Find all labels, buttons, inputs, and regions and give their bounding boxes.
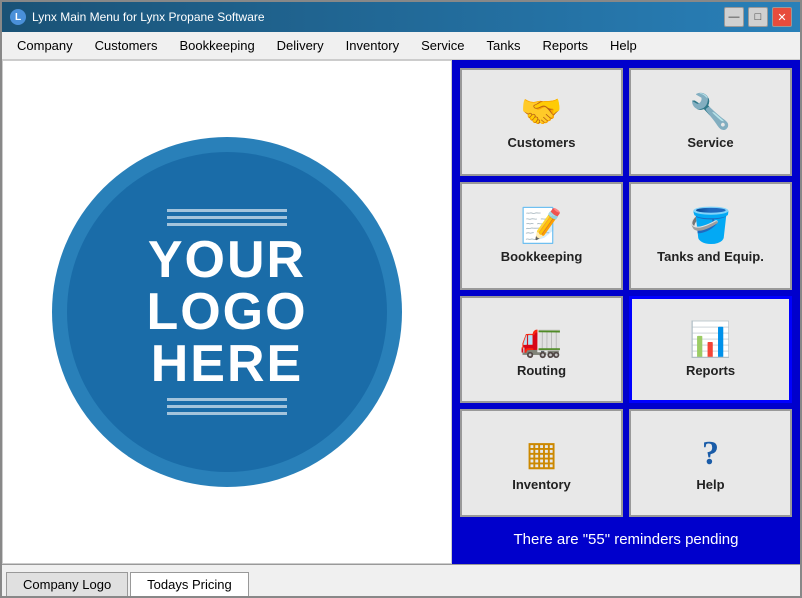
service-label: Service <box>687 135 733 150</box>
logo-circle-inner: YOUR LOGO HERE <box>67 152 387 472</box>
app-icon: L <box>10 9 26 25</box>
logo-line-2 <box>167 216 287 219</box>
menubar-item-reports[interactable]: Reports <box>531 33 599 58</box>
routing-icon <box>520 321 562 357</box>
logo-text-line1: YOUR <box>148 234 306 286</box>
tanks-icon <box>689 207 731 243</box>
logo-lines-top <box>167 209 287 226</box>
inventory-label: Inventory <box>512 477 571 492</box>
grid-btn-service[interactable]: Service <box>629 68 792 176</box>
grid-btn-inventory[interactable]: Inventory <box>460 409 623 517</box>
menubar-item-service[interactable]: Service <box>410 33 475 58</box>
reports-icon <box>689 321 731 357</box>
menubar: CompanyCustomersBookkeepingDeliveryInven… <box>2 32 800 60</box>
titlebar-left: L Lynx Main Menu for Lynx Propane Softwa… <box>10 9 265 25</box>
service-icon <box>689 93 731 129</box>
menubar-item-help[interactable]: Help <box>599 33 648 58</box>
help-label: Help <box>696 477 724 492</box>
logo-panel: YOUR LOGO HERE <box>2 60 452 564</box>
close-button[interactable]: ✕ <box>772 7 792 27</box>
window-title: Lynx Main Menu for Lynx Propane Software <box>32 10 265 24</box>
grid-btn-help[interactable]: Help <box>629 409 792 517</box>
grid-btn-reports[interactable]: Reports <box>629 296 792 404</box>
main-content: YOUR LOGO HERE Customers Service Bookkeepi… <box>2 60 800 564</box>
grid-buttons: Customers Service Bookkeeping Tanks and Equ… <box>460 68 792 517</box>
logo-line-5 <box>167 405 287 408</box>
customers-icon <box>520 93 562 129</box>
minimize-button[interactable]: — <box>724 7 744 27</box>
routing-label: Routing <box>517 363 566 378</box>
titlebar: L Lynx Main Menu for Lynx Propane Softwa… <box>2 2 800 32</box>
grid-btn-bookkeeping[interactable]: Bookkeeping <box>460 182 623 290</box>
logo-circle-outer: YOUR LOGO HERE <box>52 137 402 487</box>
grid-btn-customers[interactable]: Customers <box>460 68 623 176</box>
bottom-tab-company-logo[interactable]: Company Logo <box>6 572 128 596</box>
maximize-button[interactable]: □ <box>748 7 768 27</box>
bottom-tab-todays-pricing[interactable]: Todays Pricing <box>130 572 249 596</box>
right-panel: Customers Service Bookkeeping Tanks and Equ… <box>452 60 800 564</box>
grid-btn-tanks[interactable]: Tanks and Equip. <box>629 182 792 290</box>
logo-line-4 <box>167 398 287 401</box>
menubar-item-tanks[interactable]: Tanks <box>475 33 531 58</box>
grid-btn-routing[interactable]: Routing <box>460 296 623 404</box>
titlebar-controls: — □ ✕ <box>724 7 792 27</box>
logo-text-line3: HERE <box>151 338 303 390</box>
customers-label: Customers <box>508 135 576 150</box>
menubar-item-company[interactable]: Company <box>6 33 84 58</box>
reports-label: Reports <box>686 363 735 378</box>
logo-text-line2: LOGO <box>146 286 307 338</box>
menubar-item-customers[interactable]: Customers <box>84 33 169 58</box>
bottom-bar: Company LogoTodays Pricing <box>2 564 800 596</box>
menubar-item-delivery[interactable]: Delivery <box>266 33 335 58</box>
tanks-label: Tanks and Equip. <box>657 249 764 264</box>
reminders-text: There are "55" reminders pending <box>460 523 792 556</box>
bookkeeping-label: Bookkeeping <box>501 249 583 264</box>
menubar-item-inventory[interactable]: Inventory <box>335 33 410 58</box>
logo-line-1 <box>167 209 287 212</box>
main-window: L Lynx Main Menu for Lynx Propane Softwa… <box>0 0 802 598</box>
logo-lines-bottom <box>167 398 287 415</box>
help-icon <box>702 434 719 471</box>
bookkeeping-icon <box>520 207 562 243</box>
logo-line-6 <box>167 412 287 415</box>
logo-line-3 <box>167 223 287 226</box>
inventory-icon <box>525 435 557 471</box>
menubar-item-bookkeeping[interactable]: Bookkeeping <box>169 33 266 58</box>
